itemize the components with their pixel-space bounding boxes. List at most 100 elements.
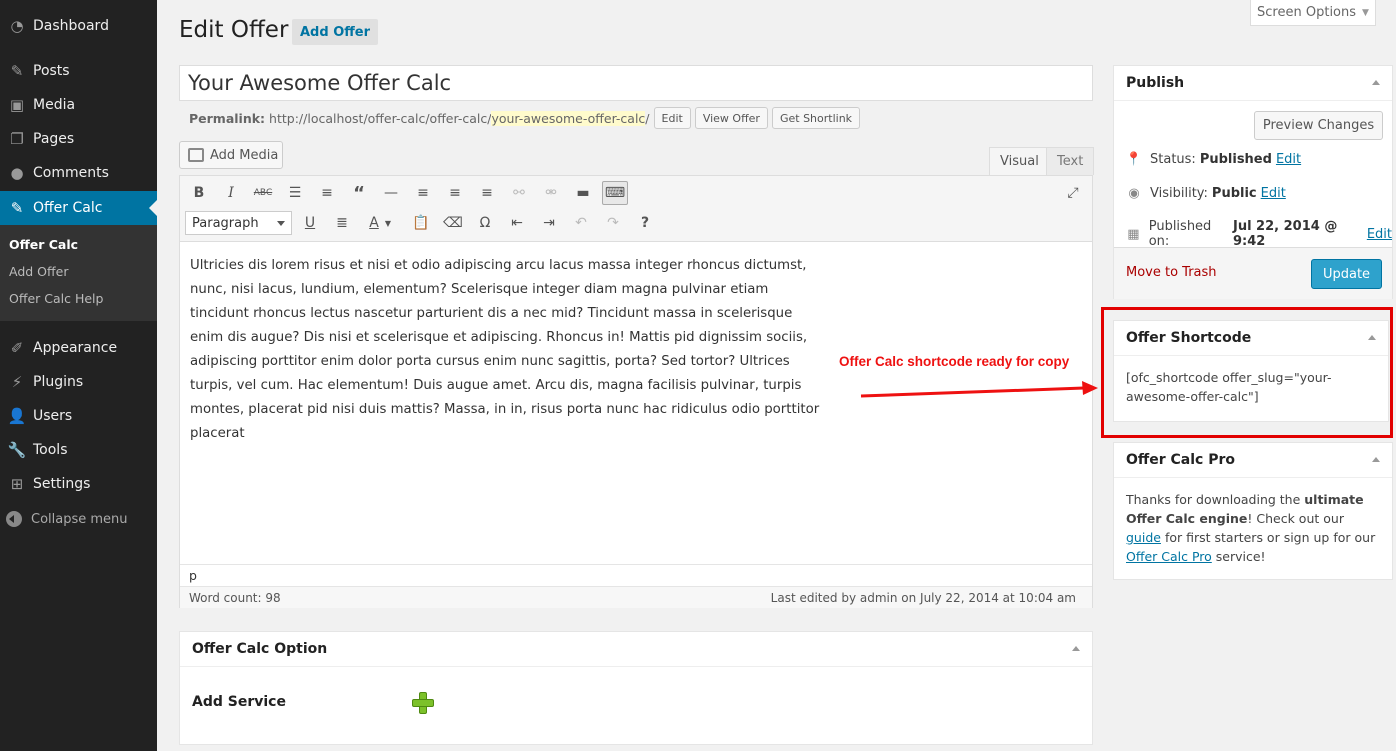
pro-text-4: for first starters or sign up for our <box>1160 530 1376 545</box>
offer-shortcode-title: Offer Shortcode <box>1126 330 1252 346</box>
format-select[interactable]: Paragraph <box>185 211 292 235</box>
menu-plugins[interactable]: ⚡ Plugins <box>0 365 157 399</box>
edit-permalink-button[interactable]: Edit <box>653 107 691 129</box>
outdent-icon[interactable]: ⇤ <box>504 211 530 235</box>
screen-options-button[interactable]: Screen Options ▼ <box>1250 0 1376 26</box>
post-title-input[interactable]: Your Awesome Offer Calc <box>179 65 1093 101</box>
read-more-icon[interactable]: ▬ <box>570 181 596 205</box>
menu-posts[interactable]: ✎ Posts <box>0 54 157 88</box>
offer-calc-pro-link[interactable]: Offer Calc Pro <box>1126 549 1212 564</box>
menu-tools[interactable]: 🔧 Tools <box>0 433 157 467</box>
justify-icon[interactable]: ≣ <box>329 211 355 235</box>
shortcode-value[interactable]: [ofc_shortcode offer_slug="your-awesome-… <box>1114 356 1388 418</box>
menu-settings[interactable]: ⊞ Settings <box>0 467 157 501</box>
offer-calc-pro-box: Offer Calc Pro Thanks for downloading th… <box>1113 442 1393 580</box>
blockquote-icon[interactable]: “ <box>346 181 372 205</box>
media-icon: ▣ <box>9 96 25 114</box>
edit-visibility-link[interactable]: Edit <box>1261 186 1286 201</box>
menu-pages[interactable]: ❐ Pages <box>0 122 157 156</box>
published-label: Published on: <box>1148 219 1212 249</box>
redo-icon[interactable]: ↷ <box>600 211 626 235</box>
align-left-icon[interactable]: ≡ <box>410 181 436 205</box>
get-shortlink-button[interactable]: Get Shortlink <box>771 107 861 129</box>
eye-icon: ◉ <box>1128 185 1140 201</box>
annotation-arrow <box>860 381 1098 398</box>
edit-date-link[interactable]: Edit <box>1367 227 1392 242</box>
menu-users[interactable]: 👤 Users <box>0 399 157 433</box>
offer-calc-option-box: Offer Calc Option Add Service <box>179 631 1093 745</box>
numbered-list-icon[interactable]: ≡ <box>314 181 340 205</box>
permalink-base: http://localhost/offer-calc/offer-calc/ <box>269 110 492 126</box>
offer-calc-pro-header[interactable]: Offer Calc Pro <box>1114 443 1392 478</box>
media-icon <box>188 148 204 162</box>
bold-icon[interactable]: B <box>186 181 212 205</box>
calendar-icon: ▦ <box>1127 226 1140 242</box>
wrench-icon: 🔧 <box>7 441 27 459</box>
fullscreen-icon[interactable]: ⤢ <box>1060 181 1086 205</box>
undo-icon[interactable]: ↶ <box>568 211 594 235</box>
italic-icon[interactable]: I <box>218 181 244 205</box>
add-offer-button[interactable]: Add Offer <box>292 19 379 45</box>
underline-icon[interactable]: U <box>297 211 323 235</box>
status-value: Published <box>1199 151 1272 167</box>
editor-status-bar: Word count: 98 Last edited by admin on J… <box>180 586 1092 608</box>
publish-title: Publish <box>1126 75 1185 91</box>
chevron-down-icon <box>277 220 285 230</box>
chevron-down-icon[interactable]: ▼ <box>382 211 394 235</box>
comments-icon: ● <box>10 164 24 182</box>
toggle-arrow-icon[interactable] <box>1368 335 1376 340</box>
user-icon: 👤 <box>7 407 27 425</box>
bullet-list-icon[interactable]: ☰ <box>282 181 308 205</box>
menu-label: Comments <box>33 165 109 181</box>
collapse-menu-button[interactable]: Collapse menu <box>0 508 128 530</box>
view-offer-button[interactable]: View Offer <box>694 107 768 129</box>
tab-text[interactable]: Text <box>1046 147 1095 175</box>
align-right-icon[interactable]: ≡ <box>474 181 500 205</box>
menu-dashboard[interactable]: ◔ Dashboard <box>0 9 157 43</box>
update-button[interactable]: Update <box>1311 259 1382 289</box>
indent-icon[interactable]: ⇥ <box>536 211 562 235</box>
toggle-arrow-icon[interactable] <box>1372 457 1380 462</box>
submenu-offer-calc[interactable]: Offer Calc <box>9 237 78 252</box>
add-media-label: Add Media <box>210 147 279 163</box>
strikethrough-icon[interactable]: ABC <box>250 181 276 205</box>
add-media-button[interactable]: Add Media <box>179 141 283 169</box>
settings-icon: ⊞ <box>10 475 24 493</box>
menu-offer-calc[interactable]: ✎ Offer Calc <box>0 191 157 225</box>
editor-content[interactable]: Ultricies dis lorem risus et nisi et odi… <box>190 254 820 446</box>
edit-status-link[interactable]: Edit <box>1276 152 1301 167</box>
move-to-trash-link[interactable]: Move to Trash <box>1126 265 1217 280</box>
preview-changes-button[interactable]: Preview Changes <box>1254 111 1383 140</box>
plus-icon[interactable] <box>412 692 434 714</box>
paste-text-icon[interactable]: 📋 <box>408 211 434 235</box>
offer-calc-option-header[interactable]: Offer Calc Option <box>180 632 1092 667</box>
unlink-icon[interactable]: ⚮ <box>538 181 564 205</box>
link-icon[interactable]: ⚯ <box>506 181 532 205</box>
help-icon[interactable]: ? <box>632 211 658 235</box>
offer-calc-option-title: Offer Calc Option <box>192 641 328 657</box>
menu-comments[interactable]: ● Comments <box>0 156 157 190</box>
align-center-icon[interactable]: ≡ <box>442 181 468 205</box>
submenu-add-offer[interactable]: Add Offer <box>9 264 68 279</box>
menu-appearance[interactable]: ✐ Appearance <box>0 331 157 365</box>
plugin-icon: ⚡ <box>11 373 23 391</box>
guide-link[interactable]: guide <box>1126 530 1161 545</box>
tab-visual[interactable]: Visual <box>989 147 1050 175</box>
offer-calc-submenu: Offer Calc Add Offer Offer Calc Help <box>0 225 157 321</box>
menu-label: Pages <box>33 131 75 147</box>
annotation-text: Offer Calc shortcode ready for copy <box>839 354 1070 369</box>
published-value: Jul 22, 2014 @ 9:42 <box>1232 219 1338 249</box>
menu-media[interactable]: ▣ Media <box>0 88 157 122</box>
offer-shortcode-header[interactable]: Offer Shortcode <box>1114 321 1388 356</box>
permalink-slug[interactable]: your-awesome-offer-calc <box>491 110 646 126</box>
submenu-offer-calc-help[interactable]: Offer Calc Help <box>9 291 103 306</box>
toggle-arrow-icon[interactable] <box>1372 80 1380 85</box>
clear-formatting-icon[interactable]: ⌫ <box>440 211 466 235</box>
horizontal-line-icon[interactable]: — <box>378 181 404 205</box>
permalink-end: / <box>645 110 650 126</box>
toggle-arrow-icon[interactable] <box>1072 646 1080 651</box>
word-count: Word count: 98 <box>189 590 281 605</box>
toolbar-toggle-icon[interactable]: ⌨ <box>602 181 628 205</box>
special-character-icon[interactable]: Ω <box>472 211 498 235</box>
publish-box-header[interactable]: Publish <box>1114 66 1392 101</box>
